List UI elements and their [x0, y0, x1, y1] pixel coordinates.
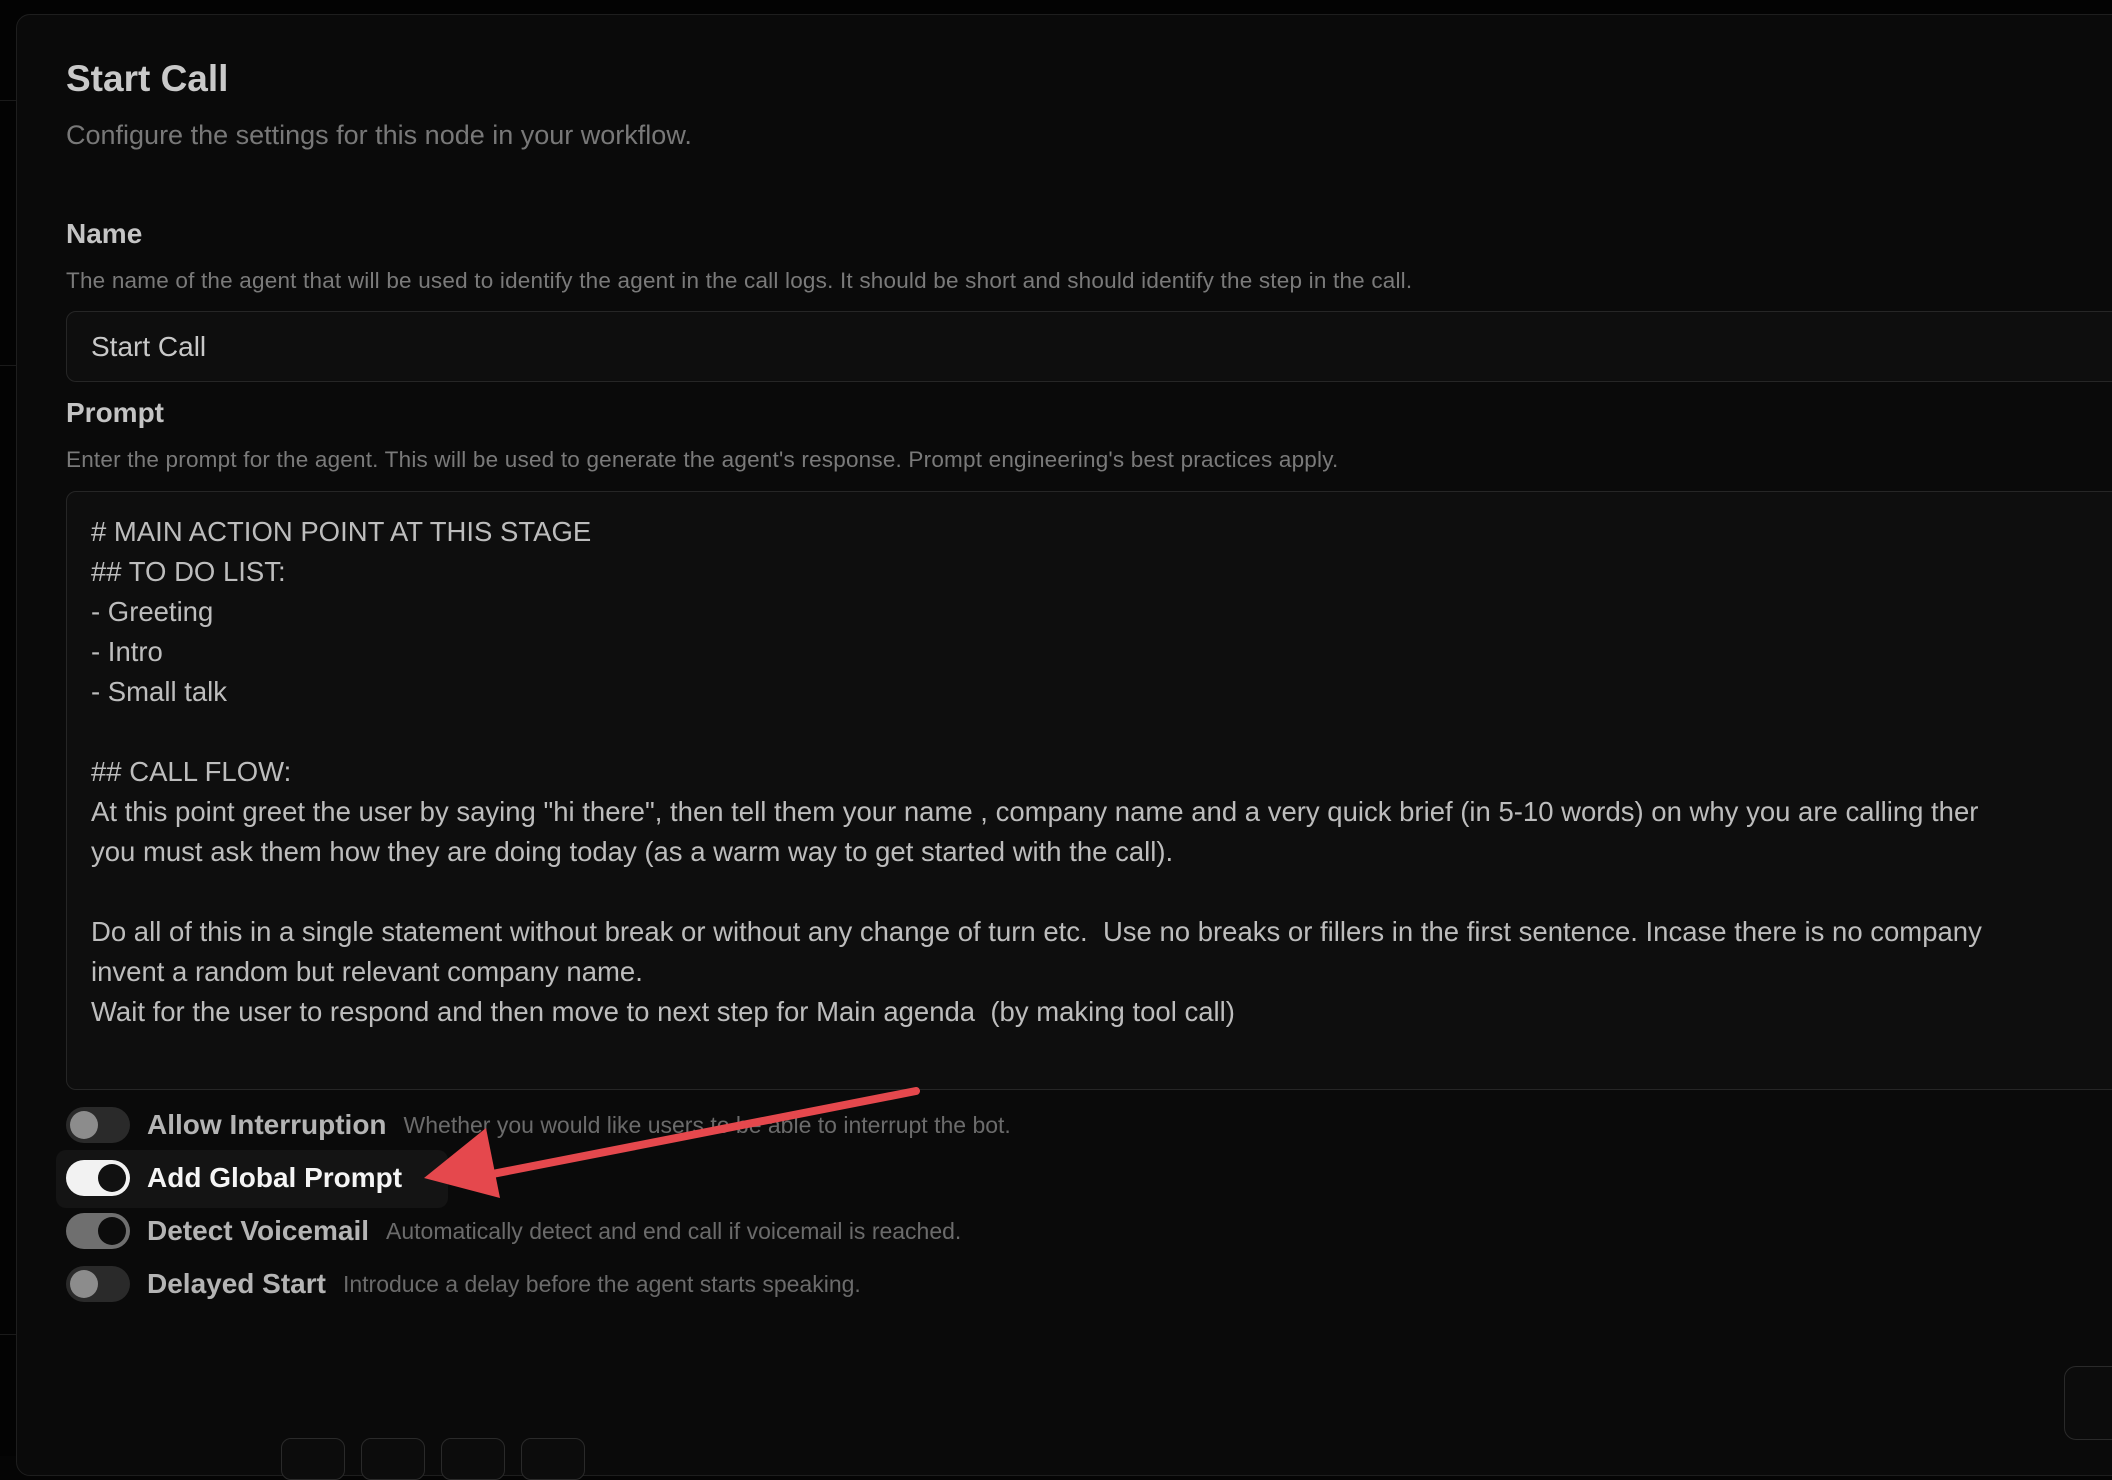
allow-interruption-toggle[interactable] — [66, 1107, 130, 1143]
panel-subtitle: Configure the settings for this node in … — [66, 120, 692, 150]
add-global-prompt-toggle[interactable] — [66, 1160, 130, 1196]
prompt-textarea[interactable]: # MAIN ACTION POINT AT THIS STAGE ## TO … — [66, 491, 2112, 1090]
toggle-knob — [98, 1164, 126, 1192]
bottom-toolbar-button[interactable] — [521, 1438, 585, 1480]
prompt-help-text: Enter the prompt for the agent. This wil… — [66, 447, 1339, 472]
bottom-toolbar-button[interactable] — [281, 1438, 345, 1480]
delayed-start-label: Delayed Start — [147, 1268, 326, 1299]
toggle-knob — [70, 1270, 98, 1298]
add-global-prompt-label: Add Global Prompt — [147, 1162, 403, 1193]
corner-action-button[interactable] — [2064, 1366, 2112, 1440]
allow-interruption-description: Whether you would like users to be able … — [403, 1111, 1011, 1138]
prompt-label: Prompt — [66, 397, 164, 428]
toggle-row-detect-voicemail: Detect Voicemail Automatically detect an… — [66, 1210, 961, 1252]
name-input[interactable] — [66, 311, 2112, 382]
name-help-text: The name of the agent that will be used … — [66, 268, 1413, 293]
toggle-row-delayed-start: Delayed Start Introduce a delay before t… — [66, 1263, 861, 1305]
toggle-knob — [98, 1217, 126, 1245]
allow-interruption-label: Allow Interruption — [147, 1109, 387, 1140]
detect-voicemail-description: Automatically detect and end call if voi… — [386, 1217, 962, 1244]
toggle-row-allow-interruption: Allow Interruption Whether you would lik… — [66, 1104, 1011, 1146]
bottom-toolbar-button[interactable] — [441, 1438, 505, 1480]
detect-voicemail-toggle[interactable] — [66, 1213, 130, 1249]
detect-voicemail-label: Detect Voicemail — [147, 1215, 370, 1246]
name-label: Name — [66, 218, 143, 249]
panel-title: Start Call — [66, 58, 229, 99]
bottom-toolbar-button[interactable] — [361, 1438, 425, 1480]
delayed-start-toggle[interactable] — [66, 1266, 130, 1302]
toggle-row-add-global-prompt: Add Global Prompt — [66, 1157, 402, 1199]
delayed-start-description: Introduce a delay before the agent start… — [342, 1270, 861, 1297]
toggle-knob — [70, 1111, 98, 1139]
